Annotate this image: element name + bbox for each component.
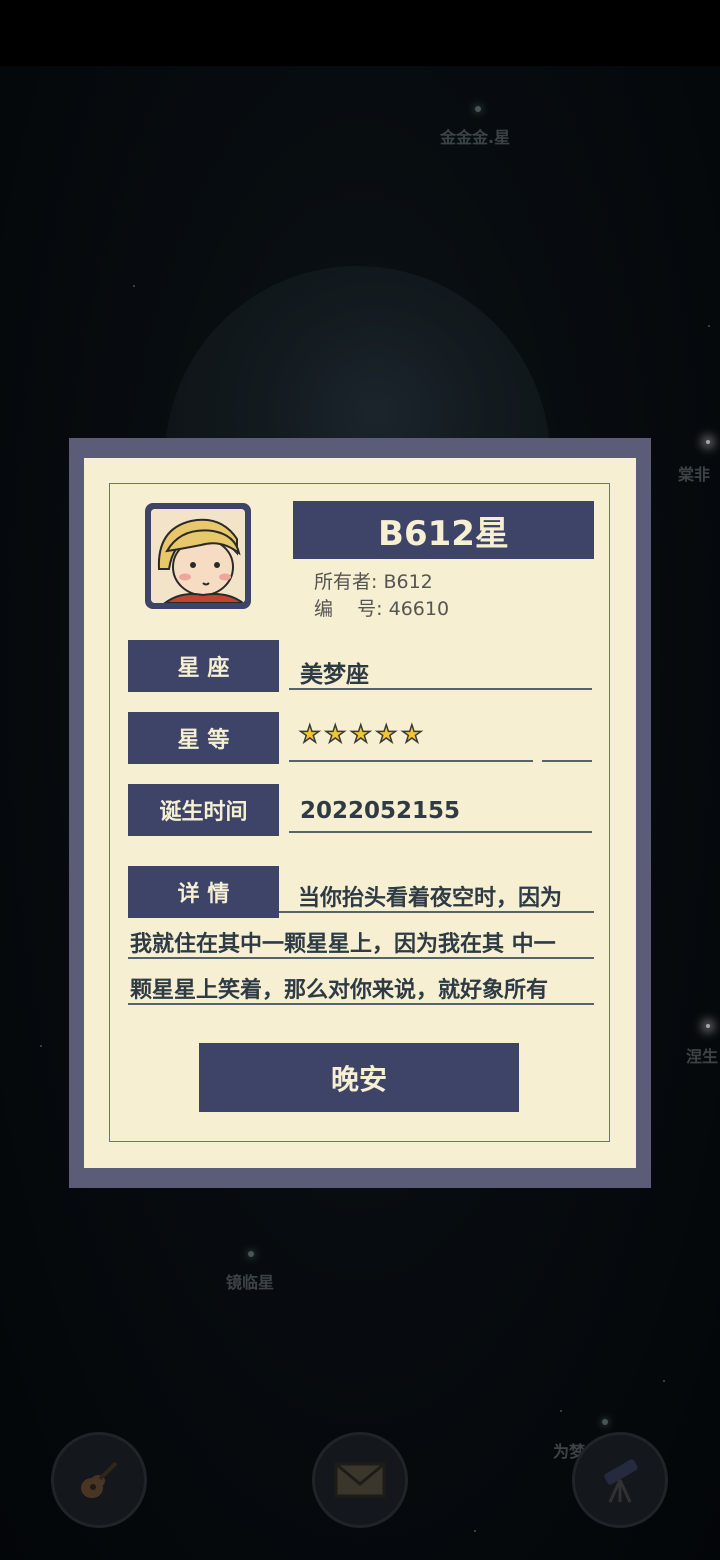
details-underline (128, 1003, 594, 1005)
child-portrait-icon (151, 509, 245, 603)
birth-time-underline (289, 831, 592, 833)
rating-star-icon: ★ (349, 720, 372, 748)
magnitude-rating: ★ ★ ★ ★ ★ (298, 720, 423, 748)
rating-star-icon: ★ (324, 720, 347, 748)
details-label: 详 情 (128, 866, 279, 918)
birth-time-label: 诞生时间 (128, 784, 279, 836)
good-night-button[interactable]: 晚安 (199, 1043, 519, 1112)
details-underline (279, 911, 594, 913)
planet-name-title: B612星 (293, 501, 594, 559)
details-underline (128, 957, 594, 959)
magnitude-label: 星 等 (128, 712, 279, 764)
constellation-label: 星 座 (128, 640, 279, 692)
birth-time-value: 2022052155 (300, 798, 461, 824)
details-text-line: 我就住在其中一颗星星上，因为我在其 中一 (130, 932, 556, 957)
avatar-portrait (151, 509, 245, 603)
constellation-value: 美梦座 (300, 662, 369, 688)
rating-star-icon: ★ (298, 720, 321, 748)
constellation-underline (289, 688, 592, 690)
details-text-line: 当你抬头看着夜空时，因为 (298, 886, 563, 911)
details-text-line: 颗星星上笑着，那么对你来说，就好象所有 (130, 978, 549, 1003)
rating-star-icon: ★ (400, 720, 423, 748)
owner-avatar[interactable] (145, 503, 251, 609)
number-line: 编 号: 46610 (314, 598, 450, 620)
magnitude-underline (289, 760, 533, 762)
magnitude-underline (542, 760, 592, 762)
rating-star-icon: ★ (375, 720, 398, 748)
owner-line: 所有者: B612 (314, 571, 433, 593)
status-bar (0, 0, 720, 66)
